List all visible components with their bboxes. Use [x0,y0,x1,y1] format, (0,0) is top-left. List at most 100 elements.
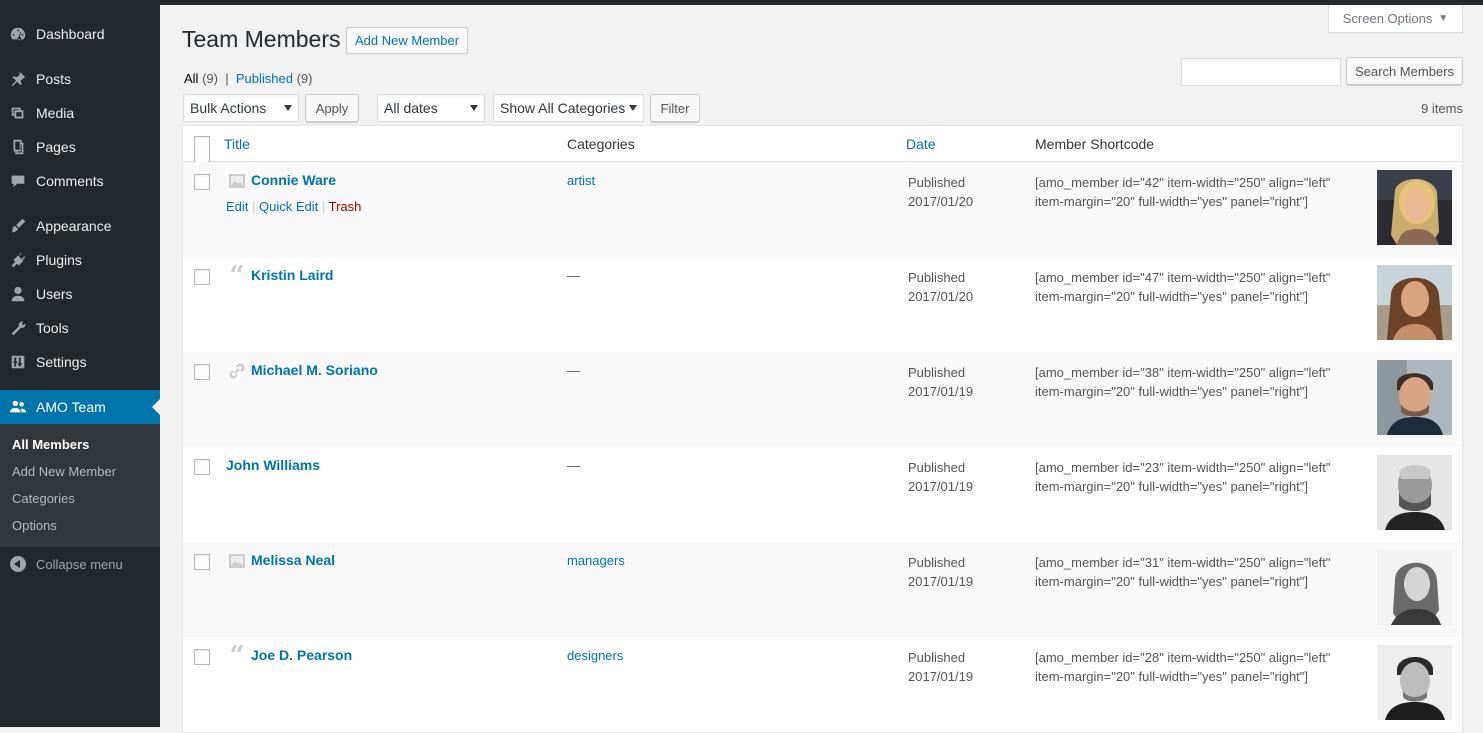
post-status: Published [908,650,966,665]
sidebar-item-plugins[interactable]: Plugins [0,243,160,277]
sidebar-item-media[interactable]: Media [0,96,160,130]
column-shortcode: Member Shortcode [1035,136,1155,152]
member-photo [1377,455,1452,530]
date-filter-value: All dates [384,100,438,116]
chevron-down-icon [284,105,292,111]
member-shortcode: [amo_member id="42" item-width="250" ali… [1035,173,1365,211]
table-row: Michael M. Soriano — Published 2017/01/19… [183,352,1462,447]
category-filter-select[interactable]: Show All Categories [493,94,644,122]
member-name-link[interactable]: Melissa Neal [251,552,335,568]
bulk-actions-select[interactable]: Bulk Actions [183,94,299,122]
member-shortcode: [amo_member id="31" item-width="250" ali… [1035,553,1365,591]
chevron-down-icon [629,105,637,111]
sidebar-item-amo-team[interactable]: AMO Team [0,390,160,424]
member-date: Published 2017/01/20 [908,173,973,211]
date-filter-select[interactable]: All dates [377,94,485,122]
sidebar-item-label: Media [36,105,75,121]
row-checkbox[interactable] [194,649,210,665]
member-photo [1377,265,1452,340]
media-icon [0,104,36,122]
shortcode-line: [amo_member id="47" item-width="250" ali… [1035,270,1331,285]
column-categories: Categories [567,136,635,152]
groups-icon [0,398,36,416]
column-date[interactable]: Date [906,126,936,162]
admin-sidebar: Dashboard Posts Media Pages Comments App… [0,5,160,727]
column-title[interactable]: Title [224,126,250,162]
member-shortcode: [amo_member id="28" item-width="250" ali… [1035,648,1365,686]
member-category-link[interactable]: artist [567,173,595,188]
quote-icon: “ [229,641,245,671]
sidebar-item-tools[interactable]: Tools [0,311,160,345]
members-table: Title Categories Date Member Shortcode C… [182,125,1463,733]
table-row: Connie Ware Edit | Quick Edit | Trash ar… [183,162,1462,257]
member-name-link[interactable]: Joe D. Pearson [251,647,352,663]
brush-icon [0,217,36,235]
member-photo [1377,360,1452,435]
submenu-categories[interactable]: Categories [0,485,160,512]
post-status: Published [908,175,966,190]
row-checkbox[interactable] [194,554,210,570]
member-name-link[interactable]: Connie Ware [251,172,336,188]
post-date: 2017/01/19 [908,479,974,494]
sidebar-item-posts[interactable]: Posts [0,62,160,96]
sidebar-item-dashboard[interactable]: Dashboard [0,17,160,51]
view-all-link[interactable]: All [184,71,198,86]
member-category-link[interactable]: managers [567,553,625,568]
row-checkbox[interactable] [194,269,210,285]
member-category-link[interactable]: designers [567,648,623,663]
row-checkbox[interactable] [194,459,210,475]
sidebar-item-label: Posts [36,71,72,87]
add-new-member-button[interactable]: Add New Member [346,27,469,54]
sidebar-item-pages[interactable]: Pages [0,130,160,164]
apply-button[interactable]: Apply [305,94,359,122]
shortcode-line: item-margin="20" full-width="yes" panel=… [1035,384,1309,399]
sidebar-item-label: Dashboard [36,26,105,42]
post-status: Published [908,365,966,380]
submenu-options[interactable]: Options [0,512,160,539]
row-checkbox[interactable] [194,364,210,380]
link-icon [228,362,246,380]
sidebar-item-users[interactable]: Users [0,277,160,311]
search-members-button[interactable]: Search Members [1346,57,1463,85]
status-views: All (9) | Published (9) [184,71,312,86]
post-date: 2017/01/20 [908,194,974,209]
table-row: “ Kristin Laird — Published 2017/01/20 [a… [183,257,1462,352]
post-date: 2017/01/20 [908,289,974,304]
submenu-all-members[interactable]: All Members [0,431,160,458]
trash-link[interactable]: Trash [329,199,362,214]
comment-icon [0,172,36,190]
user-icon [0,285,36,303]
screen-options-button[interactable]: Screen Options ▼ [1328,5,1463,33]
shortcode-line: [amo_member id="31" item-width="250" ali… [1035,555,1331,570]
member-shortcode: [amo_member id="47" item-width="250" ali… [1035,268,1365,306]
sidebar-item-appearance[interactable]: Appearance [0,209,160,243]
filter-button[interactable]: Filter [650,94,700,122]
post-date: 2017/01/19 [908,574,974,589]
collapse-menu-button[interactable]: Collapse menu [0,547,160,581]
member-name-link[interactable]: Michael M. Soriano [251,362,378,378]
member-date: Published 2017/01/19 [908,648,973,686]
member-name-link[interactable]: John Williams [226,457,320,473]
sidebar-item-label: Plugins [36,252,82,268]
view-published-count: (9) [296,71,313,86]
sidebar-item-settings[interactable]: Settings [0,345,160,379]
member-photo [1377,550,1452,625]
post-date: 2017/01/19 [908,384,974,399]
view-published-link[interactable]: Published [236,71,293,86]
view-all-count: (9) [202,71,218,86]
member-photo [1377,645,1452,720]
edit-link[interactable]: Edit [226,199,248,214]
row-checkbox[interactable] [194,174,210,190]
chevron-down-icon [470,105,478,111]
table-row: John Williams — Published 2017/01/19 [amo… [183,447,1462,542]
bulk-actions-value: Bulk Actions [190,100,267,116]
submenu-add-new-member[interactable]: Add New Member [0,458,160,485]
quick-edit-link[interactable]: Quick Edit [259,199,318,214]
sidebar-item-label: Pages [36,139,76,155]
member-date: Published 2017/01/19 [908,553,973,591]
main-content: Screen Options ▼ Team Members Add New Me… [160,5,1483,733]
member-name-link[interactable]: Kristin Laird [251,267,333,283]
settings-icon [0,353,36,371]
sidebar-item-comments[interactable]: Comments [0,164,160,198]
search-input[interactable] [1181,58,1341,86]
